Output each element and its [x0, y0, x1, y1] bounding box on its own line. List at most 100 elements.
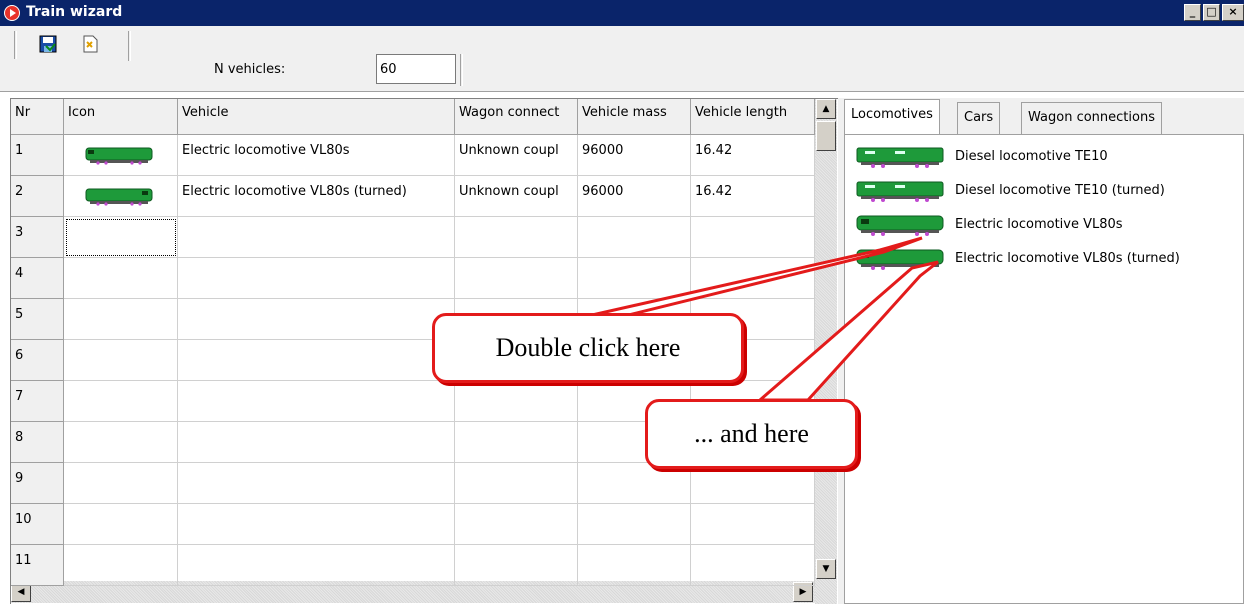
icon-cell[interactable] [64, 176, 178, 217]
wagon-connection-cell[interactable] [455, 381, 578, 422]
callout-and-here: ... and here [645, 399, 858, 469]
vehicle-cell[interactable] [178, 340, 455, 381]
vertical-scrollbar[interactable]: ▲ ▼ [815, 99, 837, 604]
row-number[interactable]: 11 [11, 545, 64, 586]
column-header-vehicle-mass[interactable]: Vehicle mass [578, 99, 691, 135]
locomotive-icon [85, 147, 153, 165]
vehicle-cell[interactable] [178, 422, 455, 463]
callout-double-click-here: Double click here [432, 313, 744, 383]
vehicle-cell[interactable]: Electric locomotive VL80s (turned) [178, 176, 455, 217]
vehicle-mass-cell[interactable] [578, 504, 691, 545]
vehicle-mass-cell[interactable]: 96000 [578, 135, 691, 176]
n-vehicles-input[interactable] [376, 54, 456, 84]
column-header-vehicle[interactable]: Vehicle [178, 99, 455, 135]
window-title: Train wizard [26, 4, 123, 20]
catalog-item[interactable]: Diesel locomotive TE10 (turned) [855, 175, 1235, 205]
maximize-button[interactable]: □ [1203, 4, 1220, 21]
wagon-connection-cell[interactable] [455, 217, 578, 258]
row-number[interactable]: 7 [11, 381, 64, 422]
row-number[interactable]: 4 [11, 258, 64, 299]
tab-wagon-connections[interactable]: Wagon connections [1021, 102, 1162, 134]
catalog-item-label: Diesel locomotive TE10 (turned) [955, 183, 1165, 198]
catalog-item[interactable]: Electric locomotive VL80s [855, 209, 1235, 239]
vehicle-mass-cell[interactable] [578, 217, 691, 258]
vehicle-length-cell[interactable] [691, 504, 815, 545]
catalog-item[interactable]: Electric locomotive VL80s (turned) [855, 243, 1235, 273]
diesel-locomotive-icon [856, 181, 944, 202]
column-header-vehicle-length[interactable]: Vehicle length [691, 99, 815, 135]
vehicle-cell[interactable]: Electric locomotive VL80s [178, 135, 455, 176]
close-button[interactable]: × [1222, 4, 1244, 21]
catalog-item-label: Diesel locomotive TE10 [955, 149, 1108, 164]
column-header-icon[interactable]: Icon [64, 99, 178, 135]
icon-cell[interactable] [64, 504, 178, 545]
icon-cell[interactable] [64, 340, 178, 381]
vehicle-cell[interactable] [178, 258, 455, 299]
icon-cell[interactable] [64, 299, 178, 340]
icon-cell[interactable] [64, 545, 178, 586]
locomotive-turned-icon [85, 188, 153, 206]
wagon-connection-cell[interactable]: Unknown coupl [455, 135, 578, 176]
vehicle-length-cell[interactable] [691, 545, 815, 586]
wagon-connection-cell[interactable] [455, 504, 578, 545]
vehicle-cell[interactable] [178, 463, 455, 504]
scroll-thumb[interactable] [816, 121, 836, 151]
vehicle-cell[interactable] [178, 299, 455, 340]
diesel-locomotive-icon [856, 147, 944, 168]
catalog-item-label: Electric locomotive VL80s (turned) [955, 251, 1180, 266]
row-number[interactable]: 3 [11, 217, 64, 258]
scroll-down-button[interactable]: ▼ [816, 559, 836, 579]
vehicle-mass-cell[interactable] [578, 545, 691, 586]
vehicle-cell[interactable] [178, 545, 455, 586]
wagon-connection-cell[interactable] [455, 463, 578, 504]
vehicle-mass-cell[interactable]: 96000 [578, 176, 691, 217]
row-number[interactable]: 6 [11, 340, 64, 381]
icon-cell[interactable] [64, 422, 178, 463]
row-number[interactable]: 10 [11, 504, 64, 545]
vehicle-cell[interactable] [178, 381, 455, 422]
vehicle-length-cell[interactable] [691, 217, 815, 258]
row-number[interactable]: 2 [11, 176, 64, 217]
wagon-connection-cell[interactable] [455, 258, 578, 299]
row-number[interactable]: 5 [11, 299, 64, 340]
electric-locomotive-icon [856, 215, 944, 236]
catalog-panel: Locomotives Cars Wagon connections Diese… [838, 98, 1244, 604]
vehicle-length-cell[interactable]: 16.42 [691, 135, 815, 176]
n-vehicles-label: N vehicles: [214, 62, 286, 77]
toolbar-separator [128, 31, 131, 61]
minimize-button[interactable]: _ [1184, 4, 1201, 21]
wagon-connection-cell[interactable]: Unknown coupl [455, 176, 578, 217]
wagon-connection-cell[interactable] [455, 422, 578, 463]
vehicle-length-cell[interactable]: 16.42 [691, 176, 815, 217]
toolbar-separator [14, 31, 17, 59]
locomotive-list[interactable]: Diesel locomotive TE10 Diesel locomotive … [844, 134, 1244, 604]
toolbar: N vehicles: [0, 26, 1244, 92]
save-icon[interactable] [38, 34, 58, 54]
title-bar: Train wizard _ □ × [0, 0, 1244, 26]
vehicle-cell[interactable] [178, 217, 455, 258]
icon-cell[interactable] [64, 463, 178, 504]
catalog-item[interactable]: Diesel locomotive TE10 [855, 141, 1235, 171]
wagon-connection-cell[interactable] [455, 545, 578, 586]
column-header-nr[interactable]: Nr [11, 99, 64, 135]
icon-cell[interactable] [64, 258, 178, 299]
row-number[interactable]: 8 [11, 422, 64, 463]
vehicle-length-cell[interactable] [691, 463, 815, 504]
icon-cell[interactable] [64, 135, 178, 176]
vehicle-mass-cell[interactable] [578, 463, 691, 504]
app-icon [4, 5, 20, 21]
row-number[interactable]: 9 [11, 463, 64, 504]
column-header-wagon-connection[interactable]: Wagon connect [455, 99, 578, 135]
catalog-item-label: Electric locomotive VL80s [955, 217, 1123, 232]
tab-locomotives[interactable]: Locomotives [844, 99, 940, 134]
icon-cell[interactable] [64, 217, 178, 258]
toolbar-separator [460, 54, 463, 86]
vehicle-cell[interactable] [178, 504, 455, 545]
open-document-icon[interactable] [80, 34, 100, 54]
vehicle-length-cell[interactable] [691, 258, 815, 299]
scroll-up-button[interactable]: ▲ [816, 99, 836, 119]
tab-cars[interactable]: Cars [957, 102, 1001, 134]
icon-cell[interactable] [64, 381, 178, 422]
row-number[interactable]: 1 [11, 135, 64, 176]
vehicle-mass-cell[interactable] [578, 258, 691, 299]
